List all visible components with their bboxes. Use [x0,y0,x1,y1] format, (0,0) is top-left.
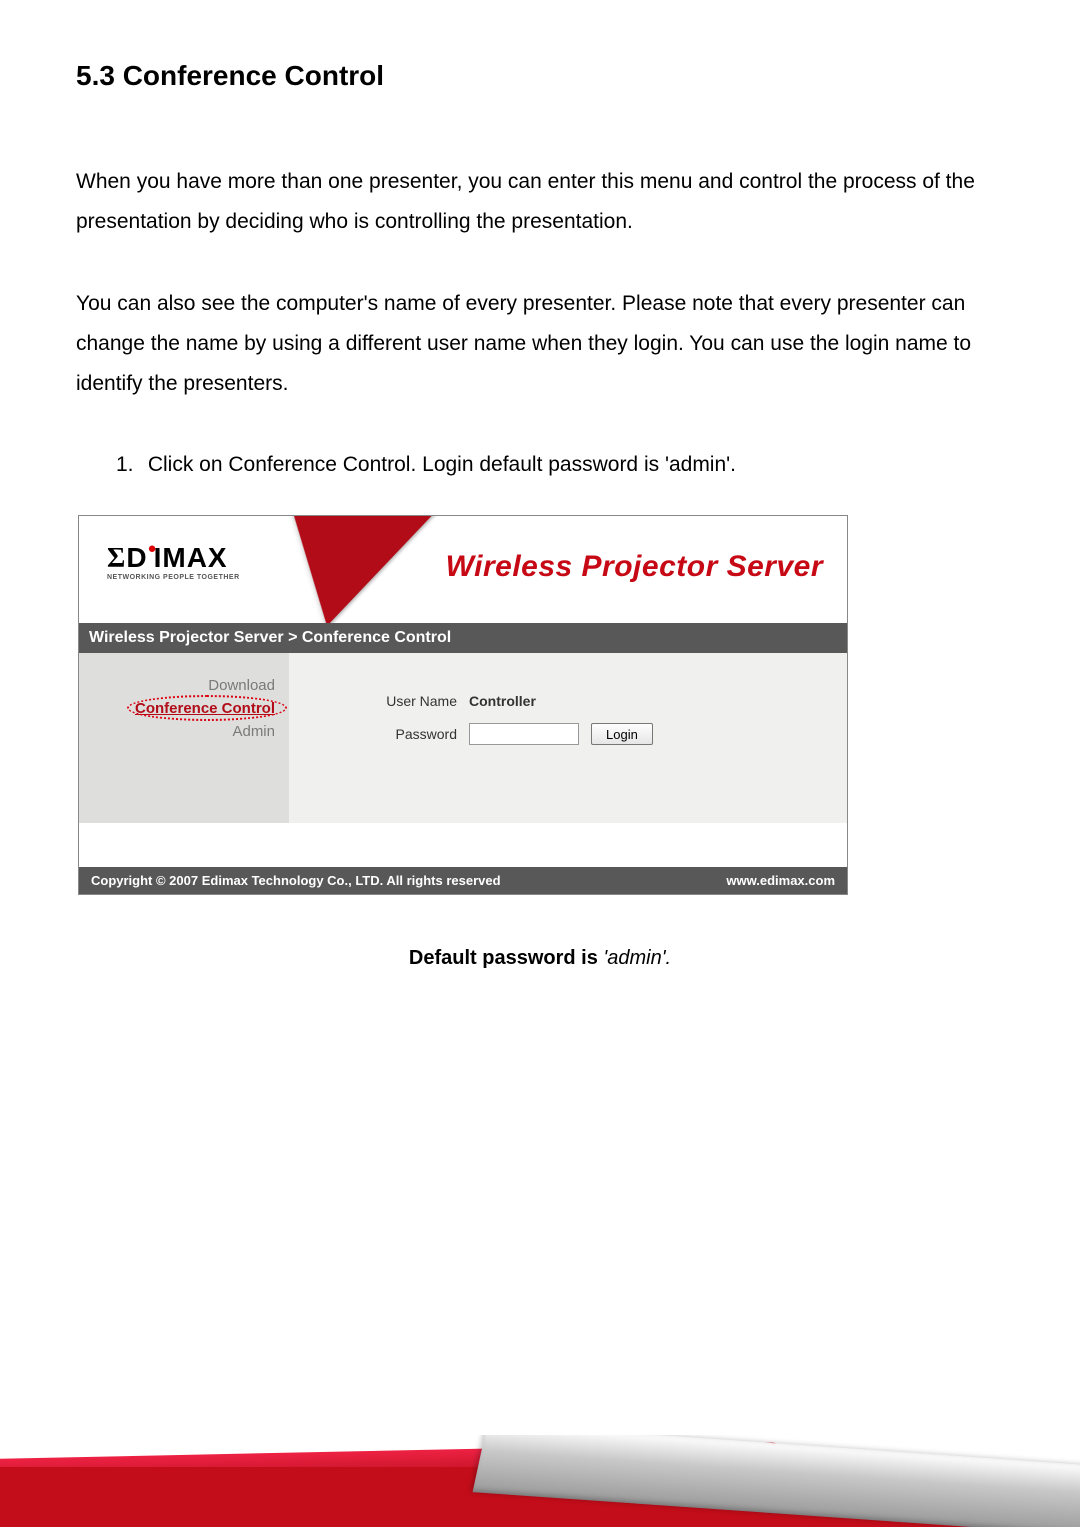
sidebar-item-admin[interactable]: Admin [79,723,275,740]
password-input[interactable] [469,723,579,745]
username-label: User Name [369,693,469,709]
login-row-password: Password Login [369,723,847,745]
list-number: 1. [116,445,142,485]
breadcrumb: Wireless Projector Server > Conference C… [79,623,847,653]
logo-text: IMAX [154,542,228,573]
instruction-list: 1. Click on Conference Control. Login de… [76,445,1004,485]
caption: Default password is 'admin'. [76,947,1004,970]
product-title: Wireless Projector Server [446,550,823,584]
sidebar-item-download[interactable]: Download [79,677,275,694]
header-decoration-triangle [207,515,441,623]
sidebar: Download Conference Control Admin [79,653,289,823]
screenshot-spacer [79,823,847,867]
login-button[interactable]: Login [591,723,653,745]
caption-bold: Default password is [409,947,604,969]
list-text: Click on Conference Control. Login defau… [148,453,736,476]
intro-paragraph-1: When you have more than one presenter, y… [76,162,1004,242]
sidebar-item-conference-control[interactable]: Conference Control [79,700,275,717]
screenshot-header: ΣD●IMAX NETWORKING PEOPLE TOGETHER Wirel… [79,515,847,623]
footer-url: www.edimax.com [726,873,835,888]
screenshot-body: Download Conference Control Admin User N… [79,653,847,823]
logo-tagline: NETWORKING PEOPLE TOGETHER [107,574,240,581]
manual-page: 5.3 Conference Control When you have mor… [0,0,1080,1527]
page-number: 32 [0,1436,1080,1457]
password-label: Password [369,726,469,742]
caption-value: 'admin'. [603,947,671,969]
copyright-text: Copyright © 2007 Edimax Technology Co., … [91,873,501,888]
intro-paragraph-2: You can also see the computer's name of … [76,284,1004,404]
section-title: 5.3 Conference Control [76,60,1004,92]
login-panel: User Name Controller Password Login [289,653,847,823]
username-value: Controller [469,693,536,709]
list-item: 1. Click on Conference Control. Login de… [116,445,1004,485]
login-row-username: User Name Controller [369,693,847,709]
screenshot-footer: Copyright © 2007 Edimax Technology Co., … [79,867,847,894]
edimax-logo: ΣD●IMAX [107,544,228,573]
embedded-screenshot: ΣD●IMAX NETWORKING PEOPLE TOGETHER Wirel… [78,515,848,895]
